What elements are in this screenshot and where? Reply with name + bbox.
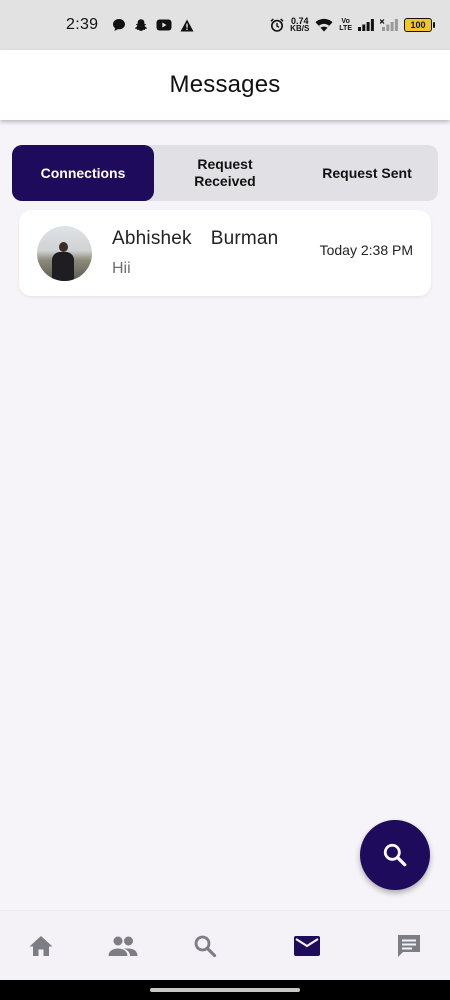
signal-no-service-icon bbox=[380, 19, 398, 31]
warning-icon bbox=[180, 19, 194, 31]
avatar-person-body bbox=[52, 251, 74, 281]
home-indicator[interactable] bbox=[150, 988, 300, 992]
volte-indicator: Vo LTE bbox=[339, 18, 352, 32]
search-fab-button[interactable] bbox=[360, 820, 430, 890]
mail-icon bbox=[294, 936, 320, 956]
tab-request-sent[interactable]: Request Sent bbox=[296, 145, 438, 201]
snapchat-icon bbox=[135, 19, 148, 31]
chat-contact-name: Abhishek Burman bbox=[112, 228, 279, 249]
network-speed: 0.74 KB/S bbox=[290, 17, 309, 33]
home-icon bbox=[29, 936, 53, 956]
tab-connections[interactable]: Connections bbox=[12, 145, 154, 201]
chat-info: Abhishek Burman Hii bbox=[112, 228, 320, 278]
volte-top: Vo bbox=[341, 18, 350, 25]
alarm-icon bbox=[270, 18, 284, 32]
app-header: Messages bbox=[0, 50, 450, 120]
system-navigation-bar bbox=[0, 980, 450, 1000]
wifi-icon bbox=[315, 18, 333, 32]
page-title: Messages bbox=[169, 71, 281, 98]
youtube-icon bbox=[156, 19, 172, 31]
tab-request-received-label: Request Received bbox=[194, 156, 256, 189]
bottom-navigation bbox=[0, 910, 450, 980]
signal-icon bbox=[358, 19, 374, 31]
battery-indicator: 100 bbox=[404, 18, 435, 32]
network-speed-unit: KB/S bbox=[290, 24, 310, 33]
tab-bar: Connections Request Received Request Sen… bbox=[12, 145, 438, 201]
tab-request-received[interactable]: Request Received bbox=[154, 145, 296, 201]
chat-timestamp: Today 2:38 PM bbox=[319, 242, 413, 258]
nav-chat[interactable] bbox=[394, 931, 424, 961]
nav-search[interactable] bbox=[190, 931, 220, 961]
chat-message-preview: Hii bbox=[112, 260, 131, 277]
search-icon bbox=[194, 935, 217, 958]
nav-messages[interactable] bbox=[292, 931, 322, 961]
nav-home[interactable] bbox=[26, 931, 56, 961]
nav-connections[interactable] bbox=[108, 931, 138, 961]
search-icon bbox=[383, 843, 407, 867]
status-right: 0.74 KB/S Vo LTE 100 bbox=[270, 17, 435, 33]
avatar-person-head bbox=[59, 241, 68, 252]
people-icon bbox=[108, 936, 138, 956]
volte-bottom: LTE bbox=[339, 25, 352, 32]
avatar bbox=[37, 225, 92, 281]
status-left: 2:39 bbox=[66, 16, 194, 34]
status-time: 2:39 bbox=[66, 16, 99, 33]
chat-icon bbox=[398, 935, 420, 957]
chat-list-item[interactable]: Abhishek Burman Hii Today 2:38 PM bbox=[19, 210, 431, 296]
status-bar: 2:39 0.74 KB/S Vo LTE 100 bbox=[0, 0, 450, 50]
message-notification-icon bbox=[113, 19, 126, 31]
